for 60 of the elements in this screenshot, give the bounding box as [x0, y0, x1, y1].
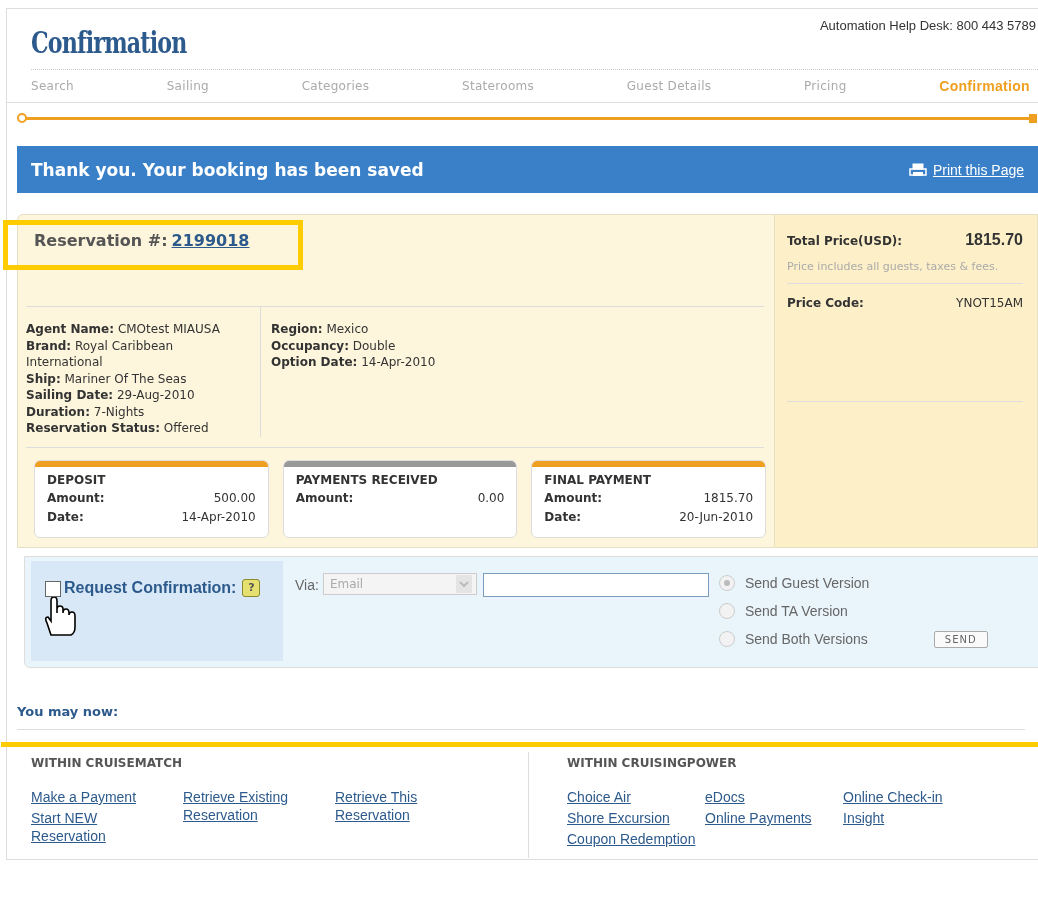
- payment-title: DEPOSIT: [46, 471, 107, 489]
- section-title: WITHIN CRUISINGPOWER: [567, 756, 738, 770]
- via-label: Via:: [295, 577, 319, 593]
- price-label: Price Code:: [787, 296, 864, 310]
- radio-button[interactable]: [718, 631, 735, 647]
- price-label: Total Price(USD):: [787, 234, 903, 248]
- request-label: Request Confirmation:: [64, 579, 237, 597]
- link[interactable]: Shore Excursion: [567, 809, 705, 827]
- radio-label: Send Both Versions: [744, 631, 868, 647]
- detail-text: Brand: Royal Caribbean International: [26, 337, 175, 371]
- payment-value: 20-Jun-2010: [679, 509, 753, 525]
- detail-text: Ship: Mariner Of The Seas: [26, 370, 188, 387]
- printer-icon: [908, 162, 927, 177]
- price-total: 1815.70: [965, 231, 1023, 249]
- detail-text: Agent Name: CMOtest MIAUSA: [26, 321, 221, 338]
- payment-value: 0.00: [477, 490, 505, 506]
- link[interactable]: Retrieve Existing Reservation: [183, 788, 301, 824]
- payment-value: 14-Apr-2010: [181, 509, 256, 525]
- email-input-field[interactable]: [482, 573, 709, 597]
- detail-text: Duration: 7-Nights: [26, 403, 146, 420]
- link[interactable]: Online Check-in: [843, 788, 981, 806]
- price-note: Price includes all guests, taxes & fees.: [787, 259, 1023, 284]
- link[interactable]: Coupon Redemption: [567, 830, 705, 848]
- price-code: YNOT15AM: [956, 296, 1023, 310]
- detail-text: Sailing Date: 29-Aug-2010: [26, 387, 196, 404]
- payment-value: 500.00: [213, 490, 256, 506]
- print-link[interactable]: Print this Page: [908, 161, 1024, 178]
- link[interactable]: Start NEW Reservation: [31, 809, 149, 845]
- radio-label: Send TA Version: [744, 603, 848, 619]
- link[interactable]: Retrieve This Reservation: [335, 788, 453, 824]
- payment-label: Date:: [544, 509, 582, 525]
- radio-label: Send Guest Version: [744, 575, 870, 591]
- help-button[interactable]: ?: [242, 579, 261, 597]
- checkbox[interactable]: [45, 581, 61, 597]
- payment-title: PAYMENTS RECEIVED: [294, 471, 439, 489]
- link[interactable]: Choice Air: [567, 788, 705, 806]
- detail-text: Region: Mexico: [271, 321, 370, 338]
- link[interactable]: Insight: [843, 809, 981, 827]
- payment-title: FINAL PAYMENT: [543, 471, 653, 489]
- payment-label: Amount:: [47, 490, 105, 506]
- reservation-label: Reservation #:: [34, 231, 168, 250]
- payment-value: 1815.70: [703, 490, 753, 506]
- link[interactable]: eDocs: [705, 788, 843, 806]
- link[interactable]: Online Payments: [705, 809, 843, 827]
- payment-label: Amount:: [295, 490, 354, 506]
- payment-label: Amount:: [544, 490, 602, 506]
- section-heading: You may now:: [17, 704, 1025, 730]
- link[interactable]: Make a Payment: [31, 788, 149, 806]
- radio-button[interactable]: [718, 603, 735, 619]
- detail-text: Option Date: 14-Apr-2010: [271, 354, 436, 371]
- detail-text: Reservation Status: Offered: [26, 420, 210, 437]
- payment-label: Date:: [47, 509, 84, 525]
- radio-button[interactable]: [718, 575, 735, 591]
- reservation-link[interactable]: 2199018: [171, 231, 250, 250]
- help-desk-text: Automation Help Desk: 800 443 5789: [819, 18, 1036, 33]
- send-button[interactable]: SEND: [933, 630, 988, 648]
- detail-text: Occupancy: Double: [271, 337, 397, 354]
- banner-title: Thank you. Your booking has been saved: [31, 159, 424, 180]
- page-title: Confirmation: [31, 25, 187, 60]
- section-title: WITHIN CRUISEMATCH: [31, 756, 184, 770]
